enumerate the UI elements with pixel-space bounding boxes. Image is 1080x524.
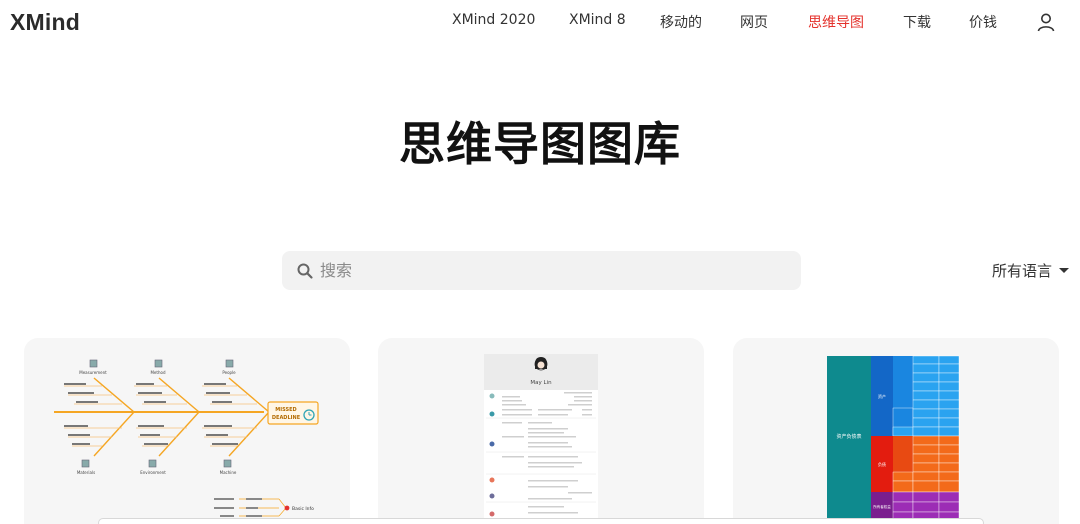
user-icon[interactable] [1036,12,1056,32]
template-card-resume[interactable]: May Lin [378,338,704,524]
treemap-root-label: 资产负债表 [836,433,861,440]
fishbone-category-label: Materials [77,470,95,475]
language-dropdown[interactable]: 所有语言 [992,260,1070,281]
treemap-mid-label: 所有者权益 [873,504,891,509]
nav-item-pricing[interactable]: 价钱 [969,12,997,32]
fishbone-basic-info-label: Basic Info [292,506,314,512]
nav-item-mindmaps[interactable]: 思维导图 [808,12,864,32]
search-box[interactable] [282,251,801,290]
xmind-logo[interactable]: XMind [10,9,80,36]
fishbone-category-label: Machine [220,470,237,475]
page-title: 思维导图图库 [399,117,681,171]
horizontal-scrollbar[interactable] [98,518,984,524]
treemap-mid-label: 负债 [878,461,886,467]
caret-down-icon [1059,268,1070,273]
fishbone-category-label: People [222,370,236,375]
resume-name: May Lin [530,380,552,386]
treemap-thumbnail: 资产负债表 资产 负债 所有者权益 [827,355,960,524]
fishbone-category-label: Method [150,370,165,375]
nav-item-download[interactable]: 下载 [903,12,931,32]
nav-item-xmind-2020[interactable]: XMind 2020 [452,12,535,28]
fishbone-category-label: Measurement [79,370,107,375]
treemap-mid-label: 资产 [878,393,886,399]
template-card-balance-sheet[interactable]: 资产负债表 资产 负债 所有者权益 [733,338,1059,524]
search-icon [297,263,313,279]
search-input[interactable] [320,261,780,280]
nav-item-web[interactable]: 网页 [740,12,768,32]
language-dropdown-label: 所有语言 [992,262,1053,280]
nav-item-xmind-8[interactable]: XMind 8 [569,12,626,28]
fishbone-head-line-2: DEADLINE [272,415,301,421]
top-navigation-bar: XMind XMind 2020 XMind 8 移动的 网页 思维导图 下载 … [0,0,1080,46]
fishbone-category-label: Environment [140,470,166,475]
fishbone-thumbnail: Measurement Method People Materials Envi… [54,359,319,517]
template-card-fishbone[interactable]: Measurement Method People Materials Envi… [24,338,350,524]
nav-item-mobile[interactable]: 移动的 [660,12,702,32]
fishbone-head-line-1: MISSED [275,407,296,413]
resume-thumbnail: May Lin [484,354,598,524]
